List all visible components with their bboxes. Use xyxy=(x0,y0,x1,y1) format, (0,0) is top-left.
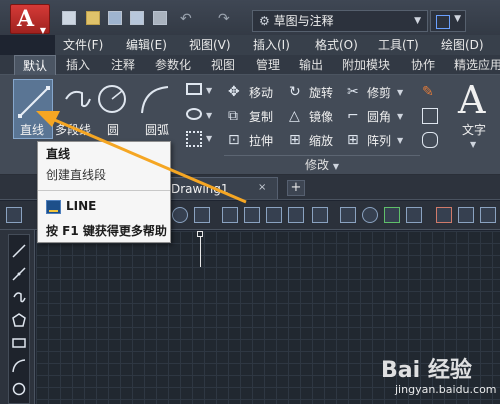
watermark-logo: Bai 经验 xyxy=(381,358,472,383)
watermark-url: jingyan.baidu.com xyxy=(395,383,497,396)
annotation-arrow xyxy=(36,111,247,204)
